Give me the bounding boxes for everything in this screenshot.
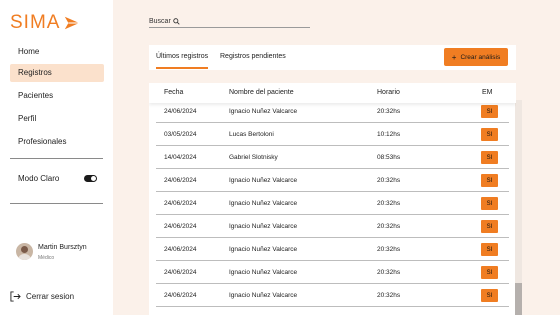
cell-nombre: Ignacio Nuñez Valcarce xyxy=(229,200,298,207)
em-badge[interactable]: SI xyxy=(481,105,498,118)
plus-icon: + xyxy=(451,52,457,62)
user-name: Martin Bursztyn xyxy=(38,244,87,251)
sidebar-item-profesionales[interactable]: Profesionales xyxy=(10,133,104,151)
logout-label: Cerrar sesion xyxy=(26,292,75,301)
cell-horario: 20:32hs xyxy=(377,246,401,253)
logout-icon xyxy=(10,291,21,302)
table-row[interactable]: 24/06/2024 Ignacio Nuñez Valcarce 20:32hs S… xyxy=(156,238,509,261)
cell-nombre: Ignacio Nuñez Valcarce xyxy=(229,246,298,253)
cell-nombre: Ignacio Nuñez Valcarce xyxy=(229,108,298,115)
table-row[interactable]: 24/06/2024 Ignacio Nuñez Valcarce 20:32hs S… xyxy=(156,169,509,192)
cell-fecha: 24/06/2024 xyxy=(164,269,197,276)
cell-fecha: 24/06/2024 xyxy=(164,108,197,115)
cell-fecha: 24/06/2024 xyxy=(164,177,197,184)
tab-registros-pendientes[interactable]: Registros pendientes xyxy=(220,45,286,70)
cell-fecha: 24/06/2024 xyxy=(164,200,197,207)
tabs-bar: Últimos registros Registros pendientes +… xyxy=(149,45,516,70)
em-badge[interactable]: SI xyxy=(481,243,498,256)
column-header-em[interactable]: EM xyxy=(482,89,493,96)
app-name: SIMA xyxy=(10,12,61,33)
search-input[interactable]: Buscar xyxy=(149,15,310,28)
sidebar-item-registros[interactable]: Registros xyxy=(10,64,104,82)
user-role: Médico xyxy=(38,255,55,261)
cell-horario: 08:53hs xyxy=(377,154,401,161)
column-header-nombre[interactable]: Nombre del paciente xyxy=(229,89,294,96)
column-header-horario[interactable]: Horario xyxy=(377,89,400,96)
table-row[interactable]: 14/04/2024 Gabriel Slotnisky 08:53hs SI xyxy=(156,146,509,169)
cell-nombre: Lucas Bertoloni xyxy=(229,131,274,138)
create-analysis-button[interactable]: + Crear análisis xyxy=(444,48,508,66)
cell-horario: 20:32hs xyxy=(377,177,401,184)
logout-button[interactable]: Cerrar sesion xyxy=(10,291,74,302)
sidebar-divider xyxy=(10,158,103,159)
cell-fecha: 24/06/2024 xyxy=(164,223,197,230)
table-header: Fecha Nombre del paciente Horario EM xyxy=(149,83,516,103)
sidebar-item-home[interactable]: Home xyxy=(10,43,104,61)
em-badge[interactable]: SI xyxy=(481,174,498,187)
search-label: Buscar xyxy=(149,17,171,25)
sidebar-item-pacientes[interactable]: Pacientes xyxy=(10,87,104,105)
tab-ultimos-registros[interactable]: Últimos registros xyxy=(156,45,209,70)
table-row[interactable]: 03/05/2024 Lucas Bertoloni 10:12hs SI xyxy=(156,123,509,146)
em-badge[interactable]: SI xyxy=(481,151,498,164)
table-row[interactable]: 24/06/2024 Ignacio Nuñez Valcarce 20:32hs S… xyxy=(156,261,509,284)
star-logo-icon xyxy=(65,16,80,30)
table-row[interactable]: 24/06/2024 Ignacio Nuñez Valcarce 20:32hs S… xyxy=(156,100,509,123)
cell-nombre: Ignacio Nuñez Valcarce xyxy=(229,269,298,276)
table-row[interactable]: 24/06/2024 Ignacio Nuñez Valcarce 20:32hs S… xyxy=(156,215,509,238)
cell-nombre: Ignacio Nuñez Valcarce xyxy=(229,223,298,230)
app-logo[interactable]: SIMA xyxy=(10,12,81,34)
avatar xyxy=(16,243,33,260)
em-badge[interactable]: SI xyxy=(481,289,498,302)
scrollbar-thumb[interactable] xyxy=(515,283,522,315)
table-row[interactable]: 24/06/2024 Ignacio Nuñez Valcarce 20:32hs S… xyxy=(156,192,509,215)
sidebar-divider-bottom xyxy=(10,203,103,204)
theme-toggle-label: Modo Claro xyxy=(18,174,60,183)
toggle-knob xyxy=(91,176,96,181)
cell-horario: 20:32hs xyxy=(377,223,401,230)
em-badge[interactable]: SI xyxy=(481,197,498,210)
cell-horario: 20:32hs xyxy=(377,292,401,299)
cell-nombre: Ignacio Nuñez Valcarce xyxy=(229,177,298,184)
cell-horario: 10:12hs xyxy=(377,131,401,138)
em-badge[interactable]: SI xyxy=(481,220,498,233)
sidebar: SIMA Home Registros Pacientes Perfil Pro… xyxy=(0,0,113,315)
table-row[interactable]: 24/06/2024 Ignacio Nuñez Valcarce 20:32hs S… xyxy=(156,284,509,307)
em-badge[interactable]: SI xyxy=(481,128,498,141)
cell-horario: 20:32hs xyxy=(377,108,401,115)
cell-fecha: 24/06/2024 xyxy=(164,292,197,299)
cell-horario: 20:32hs xyxy=(377,269,401,276)
cell-fecha: 03/05/2024 xyxy=(164,131,197,138)
cell-nombre: Gabriel Slotnisky xyxy=(229,154,278,161)
em-badge[interactable]: SI xyxy=(481,266,498,279)
theme-toggle[interactable] xyxy=(84,175,97,182)
cell-fecha: 14/04/2024 xyxy=(164,154,197,161)
create-analysis-label: Crear análisis xyxy=(460,53,501,61)
cell-fecha: 24/06/2024 xyxy=(164,246,197,253)
records-table: Fecha Nombre del paciente Horario EM 24/… xyxy=(149,83,516,315)
search-icon xyxy=(173,17,180,25)
cell-horario: 20:32hs xyxy=(377,200,401,207)
cell-nombre: Ignacio Nuñez Valcarce xyxy=(229,292,298,299)
column-header-fecha[interactable]: Fecha xyxy=(164,89,183,96)
sidebar-item-perfil[interactable]: Perfil xyxy=(10,110,104,128)
